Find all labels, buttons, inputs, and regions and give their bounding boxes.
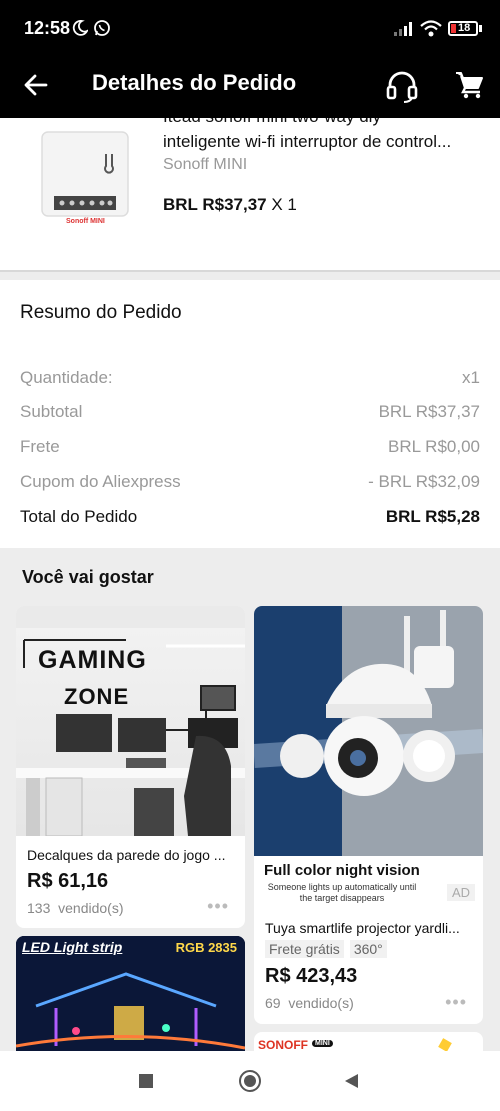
- ad-badge: AD: [446, 884, 475, 901]
- order-summary: Resumo do Pedido Quantidade: x1 Subtotal B…: [0, 280, 500, 548]
- summary-label: Subtotal: [20, 402, 83, 421]
- card-sold: 133 vendido(s): [27, 900, 124, 916]
- tag-360: 360°: [349, 940, 387, 958]
- summary-row-shipping: Frete BRL R$0,00: [20, 437, 480, 461]
- summary-row-total: Total do Pedido BRL R$5,28: [20, 507, 480, 531]
- product-qty: X 1: [271, 195, 297, 214]
- recommendations-title: Você vai gostar: [22, 567, 154, 587]
- image-text-led: LED Light strip: [22, 939, 123, 955]
- summary-title: Resumo do Pedido: [20, 302, 182, 323]
- summary-row-quantity: Quantidade: x1: [20, 368, 480, 392]
- product-title-line-1: Itead sonoff mini two-way diy: [163, 118, 483, 129]
- thumb-brand-label: Sonoff MINI: [66, 218, 105, 225]
- back-arrow-icon[interactable]: [22, 71, 50, 99]
- recents-button[interactable]: [139, 1074, 153, 1088]
- image-text-gaming: GAMING: [38, 646, 147, 674]
- product-card-led-strip[interactable]: LED Light strip RGB 2835: [16, 936, 245, 1066]
- back-triangle-icon[interactable]: [343, 1073, 359, 1089]
- page-title: Detalhes do Pedido: [92, 70, 297, 95]
- battery-icon: 18: [448, 21, 478, 36]
- home-button[interactable]: [239, 1070, 261, 1092]
- wifi-icon: [420, 20, 442, 37]
- product-price-qty: BRL R$37,37 X 1: [163, 195, 297, 215]
- product-thumbnail[interactable]: Sonoff MINI: [40, 126, 132, 236]
- moon-icon: [72, 20, 88, 36]
- summary-value: BRL R$37,37: [378, 402, 480, 421]
- summary-row-subtotal: Subtotal BRL R$37,37: [20, 402, 480, 426]
- product-image: [16, 936, 245, 1066]
- product-image: Full color night vision: [254, 606, 483, 879]
- status-bar: 12:58 18: [0, 0, 500, 58]
- image-headline: Full color night vision: [264, 862, 420, 879]
- summary-label: Frete: [20, 437, 60, 456]
- image-text-sonoff: SONOFF: [258, 1038, 308, 1052]
- divider: [0, 270, 500, 272]
- summary-value: x1: [462, 368, 480, 387]
- image-text-rgb: RGB 2835: [175, 940, 237, 955]
- product-title-line-2: inteligente wi-fi interruptor de control…: [163, 132, 452, 151]
- more-options-icon[interactable]: •••: [445, 992, 467, 1013]
- product-image: GAMING ZONE: [16, 606, 245, 837]
- total-label: Total do Pedido: [20, 507, 138, 526]
- signal-icon: [394, 22, 412, 36]
- product-price: BRL R$37,37: [163, 195, 267, 214]
- battery-level: 18: [458, 22, 471, 34]
- more-options-icon[interactable]: •••: [207, 896, 229, 917]
- whatsapp-icon: [94, 20, 110, 36]
- summary-label: Quantidade:: [20, 368, 113, 387]
- image-text-mini: MINI: [312, 1040, 333, 1047]
- card-product-name: Decalques da parede do jogo ...: [27, 847, 226, 863]
- order-product-card[interactable]: Sonoff MINI Itead sonoff mini two-way di…: [0, 118, 500, 270]
- product-variant: Sonoff MINI: [163, 156, 248, 173]
- card-sold: 69 vendido(s): [265, 995, 354, 1011]
- caption-line-1: Someone lights up automatically until: [267, 882, 417, 892]
- system-nav-bar: [0, 1051, 500, 1111]
- app-bar: Detalhes do Pedido: [0, 58, 500, 118]
- product-card-gaming-decal[interactable]: GAMING ZONE Decalques da parede do jogo …: [16, 606, 245, 928]
- cart-icon[interactable]: [454, 69, 484, 99]
- image-text-zone: ZONE: [64, 684, 130, 709]
- product-title[interactable]: Itead sonoff mini two-way diy inteligent…: [163, 118, 483, 154]
- headset-icon[interactable]: [384, 68, 420, 104]
- summary-value: - BRL R$32,09: [368, 472, 480, 491]
- card-product-name: Tuya smartlife projector yardli...: [265, 920, 460, 936]
- summary-row-coupon: Cupom do Aliexpress - BRL R$32,09: [20, 472, 480, 496]
- sold-count: 133: [27, 900, 51, 916]
- total-value: BRL R$5,28: [385, 507, 480, 526]
- summary-label: Cupom do Aliexpress: [20, 472, 181, 491]
- card-tags: Frete grátis 360°: [265, 940, 393, 959]
- card-price: R$ 61,16: [27, 870, 109, 892]
- summary-value: BRL R$0,00: [388, 437, 480, 456]
- sold-label: vendido(s): [58, 900, 124, 916]
- tag-free-shipping: Frete grátis: [265, 940, 344, 958]
- sold-label: vendido(s): [288, 995, 354, 1011]
- caption-line-2: the target disappears: [299, 893, 385, 903]
- card-price: R$ 423,43: [265, 965, 358, 987]
- status-time: 12:58: [24, 18, 71, 38]
- image-caption: Someone lights up automatically until th…: [262, 882, 422, 904]
- sold-count: 69: [265, 995, 281, 1011]
- product-card-camera[interactable]: Full color night vision Someone lights u…: [254, 606, 483, 1024]
